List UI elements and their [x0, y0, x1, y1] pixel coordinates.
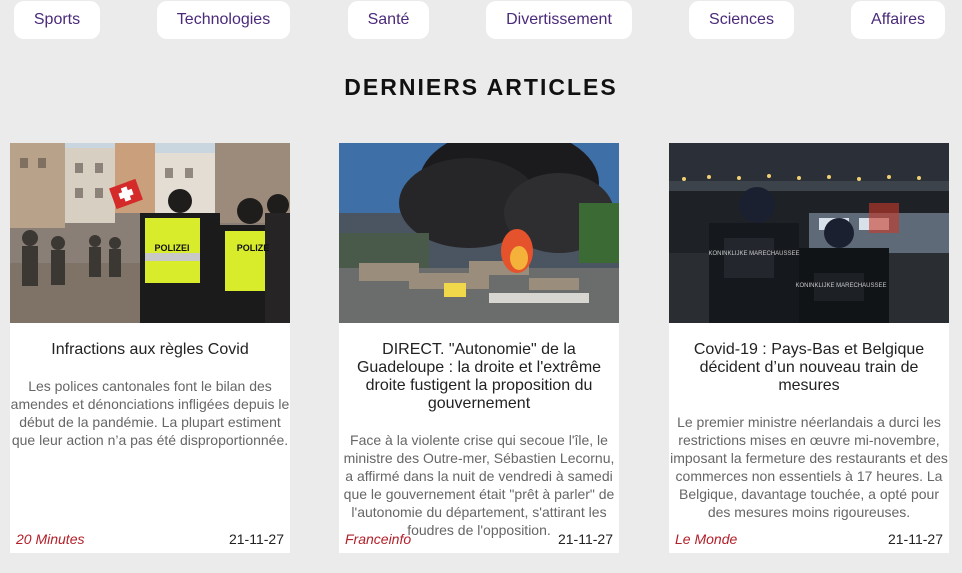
- image-label-marechaussee-1: KONINKLIJKE MARECHAUSSEE: [708, 251, 799, 257]
- article-title-1[interactable]: Infractions aux règles Covid: [18, 341, 282, 359]
- nav-affaires[interactable]: Affaires: [851, 1, 945, 39]
- article-source-3[interactable]: Le Monde: [675, 531, 737, 547]
- article-date-3: 21-11-27: [887, 531, 943, 547]
- article-title-2[interactable]: DIRECT. "Autonomie" de la Guadeloupe : l…: [347, 341, 611, 413]
- image-label-marechaussee-2: KONINKLIJKE MARECHAUSSEE: [795, 283, 886, 289]
- article-image-3[interactable]: KONINKLIJKE MARECHAUSSEE KONINKLIJKE MAR…: [669, 143, 949, 323]
- nav-sports[interactable]: Sports: [14, 1, 100, 39]
- article-image-2[interactable]: [339, 143, 619, 323]
- article-card-1[interactable]: POLIZEI POLIZE Infractions aux règles Co…: [10, 143, 290, 553]
- nav-divertissement[interactable]: Divertissement: [486, 1, 632, 39]
- nav-technologies[interactable]: Technologies: [157, 1, 290, 39]
- article-card-3[interactable]: KONINKLIJKE MARECHAUSSEE KONINKLIJKE MAR…: [669, 143, 949, 553]
- article-description-2: Face à la violente crise qui secoue l'îl…: [343, 432, 615, 538]
- nav-sciences[interactable]: Sciences: [689, 1, 794, 39]
- article-description-1: Les polices cantonales font le bilan des…: [10, 378, 290, 448]
- article-source-1[interactable]: 20 Minutes: [16, 531, 84, 547]
- image-label-polizei: POLIZEI: [154, 243, 189, 253]
- article-date-2: 21-11-27: [557, 531, 613, 547]
- article-card-2[interactable]: DIRECT. "Autonomie" de la Guadeloupe : l…: [339, 143, 619, 553]
- article-date-1: 21-11-27: [228, 531, 284, 547]
- article-source-2[interactable]: Franceinfo: [345, 531, 411, 547]
- article-title-3[interactable]: Covid-19 : Pays-Bas et Belgique décident…: [677, 341, 941, 395]
- category-nav: Sports Technologies Santé Divertissement…: [0, 0, 962, 40]
- image-label-polize: POLIZE: [237, 243, 270, 253]
- nav-sante[interactable]: Santé: [348, 1, 429, 39]
- section-title: DERNIERS ARTICLES: [344, 74, 618, 100]
- article-description-3: Le premier ministre néerlandais a durci …: [670, 414, 948, 520]
- article-image-1[interactable]: POLIZEI POLIZE: [10, 143, 290, 323]
